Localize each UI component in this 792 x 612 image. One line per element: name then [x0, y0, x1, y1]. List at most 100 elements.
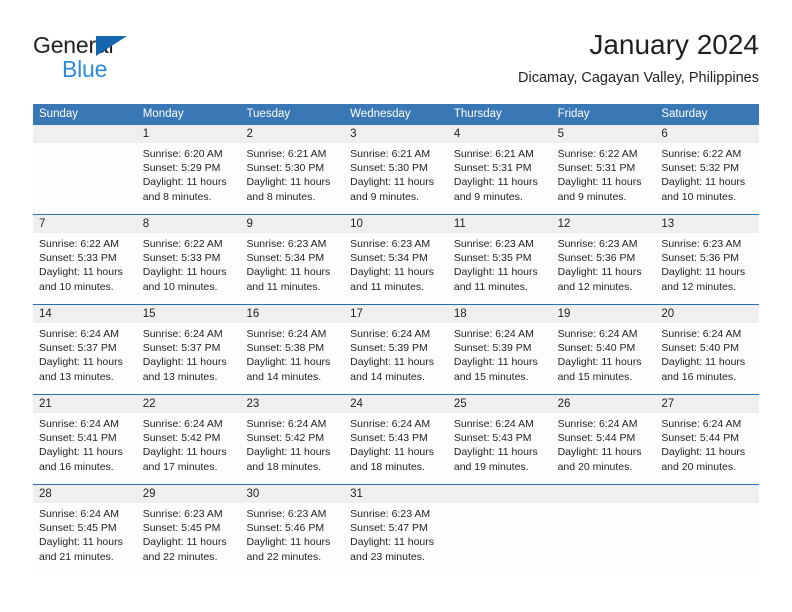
day-cell-7[interactable]: Sunrise: 6:22 AM Sunset: 5:33 PM Daylight:… [33, 233, 137, 304]
day-detail-line: and 21 minutes. [39, 550, 114, 563]
day-number-11[interactable]: 11 [448, 215, 552, 233]
day-cell-29[interactable]: Sunrise: 6:23 AM Sunset: 5:45 PM Daylight:… [137, 503, 241, 574]
day-number-4[interactable]: 4 [448, 125, 552, 143]
day-detail-line: and 9 minutes. [350, 190, 420, 203]
day-detail-line: Sunset: 5:41 PM [39, 432, 117, 445]
day-cell-13[interactable]: Sunrise: 6:23 AM Sunset: 5:36 PM Daylight:… [655, 233, 759, 304]
day-number-5[interactable]: 5 [552, 125, 656, 143]
day-cell-12[interactable]: Sunrise: 6:23 AM Sunset: 5:36 PM Daylight:… [552, 233, 656, 304]
day-number-9[interactable]: 9 [240, 215, 344, 233]
day-number-31[interactable]: 31 [344, 485, 448, 503]
day-detail-line: Sunrise: 6:21 AM [453, 148, 534, 160]
day-cell-empty [33, 143, 137, 214]
day-detail-line: Sunset: 5:29 PM [142, 162, 221, 175]
day-cell-5[interactable]: Sunrise: 6:22 AM Sunset: 5:31 PM Daylight:… [552, 143, 656, 214]
day-detail-line: Sunrise: 6:23 AM [246, 508, 327, 520]
day-cell-24[interactable]: Sunrise: 6:24 AM Sunset: 5:43 PM Daylight:… [344, 413, 448, 484]
day-cell-26[interactable]: Sunrise: 6:24 AM Sunset: 5:44 PM Daylight:… [552, 413, 656, 484]
day-detail-line: Sunset: 5:34 PM [350, 252, 428, 265]
day-detail-line: and 10 minutes. [39, 280, 114, 293]
day-detail-line: Sunset: 5:45 PM [142, 522, 221, 535]
day-cell-2[interactable]: Sunrise: 6:21 AM Sunset: 5:30 PM Daylight:… [240, 143, 344, 214]
day-cell-9[interactable]: Sunrise: 6:23 AM Sunset: 5:34 PM Daylight:… [240, 233, 344, 304]
page-title: January 2024 [589, 29, 759, 60]
day-number-20[interactable]: 20 [655, 305, 759, 323]
day-number-23[interactable]: 23 [240, 395, 344, 413]
day-cell-11[interactable]: Sunrise: 6:23 AM Sunset: 5:35 PM Daylight:… [448, 233, 552, 304]
day-detail-line: and 11 minutes. [350, 280, 425, 293]
day-number-14[interactable]: 14 [33, 305, 137, 323]
day-cell-30[interactable]: Sunrise: 6:23 AM Sunset: 5:46 PM Daylight:… [240, 503, 344, 574]
day-cell-3[interactable]: Sunrise: 6:21 AM Sunset: 5:30 PM Daylight:… [344, 143, 448, 214]
day-number-12[interactable]: 12 [552, 215, 656, 233]
day-cell-14[interactable]: Sunrise: 6:24 AM Sunset: 5:37 PM Daylight:… [33, 323, 137, 394]
day-detail-line: Daylight: 11 hours [246, 266, 331, 279]
day-detail-line: Daylight: 11 hours [350, 176, 435, 189]
day-cell-8[interactable]: Sunrise: 6:22 AM Sunset: 5:33 PM Daylight:… [137, 233, 241, 304]
day-number-6[interactable]: 6 [655, 125, 759, 143]
day-detail-line: Daylight: 11 hours [350, 356, 435, 369]
day-detail-line: and 18 minutes. [350, 460, 425, 473]
day-cell-22[interactable]: Sunrise: 6:24 AM Sunset: 5:42 PM Daylight:… [137, 413, 241, 484]
day-number-2[interactable]: 2 [240, 125, 344, 143]
day-number-26[interactable]: 26 [552, 395, 656, 413]
day-detail-line: Sunset: 5:31 PM [453, 162, 532, 175]
day-detail-line: Sunset: 5:34 PM [246, 252, 325, 265]
day-number-7[interactable]: 7 [33, 215, 137, 233]
day-cell-15[interactable]: Sunrise: 6:24 AM Sunset: 5:37 PM Daylight:… [137, 323, 241, 394]
day-cell-31[interactable]: Sunrise: 6:23 AM Sunset: 5:47 PM Daylight:… [344, 503, 448, 574]
day-detail-line: Sunrise: 6:22 AM [142, 238, 223, 250]
day-number-16[interactable]: 16 [240, 305, 344, 323]
day-cell-17[interactable]: Sunrise: 6:24 AM Sunset: 5:39 PM Daylight:… [344, 323, 448, 394]
brand-logo[interactable]: General Blue [33, 32, 233, 84]
calendar-week-row: 7 8 9 10 11 12 13 Sunrise: 6:22 AM Sunset: 5:33 … [33, 214, 759, 304]
day-cell-27[interactable]: Sunrise: 6:24 AM Sunset: 5:44 PM Daylight:… [655, 413, 759, 484]
day-number-13[interactable]: 13 [655, 215, 759, 233]
day-number-3[interactable]: 3 [344, 125, 448, 143]
page-header: General Blue January 2024 Dicamay, Cagay… [33, 28, 759, 98]
day-detail-line: Sunset: 5:36 PM [661, 252, 739, 265]
day-detail-line: Sunset: 5:35 PM [453, 252, 532, 265]
day-detail-line: Sunset: 5:37 PM [142, 342, 221, 355]
day-cell-1[interactable]: Sunrise: 6:20 AM Sunset: 5:29 PM Daylight:… [137, 143, 241, 214]
day-number-8[interactable]: 8 [137, 215, 241, 233]
day-cell-19[interactable]: Sunrise: 6:24 AM Sunset: 5:40 PM Daylight:… [552, 323, 656, 394]
day-detail-line: Daylight: 11 hours [39, 446, 123, 459]
day-cell-25[interactable]: Sunrise: 6:24 AM Sunset: 5:43 PM Daylight:… [448, 413, 552, 484]
day-detail-line: Sunrise: 6:24 AM [39, 328, 119, 340]
day-cell-23[interactable]: Sunrise: 6:24 AM Sunset: 5:42 PM Daylight:… [240, 413, 344, 484]
day-detail-line: Daylight: 11 hours [142, 356, 227, 369]
day-number-27[interactable]: 27 [655, 395, 759, 413]
day-number-30[interactable]: 30 [240, 485, 344, 503]
day-cell-16[interactable]: Sunrise: 6:24 AM Sunset: 5:38 PM Daylight:… [240, 323, 344, 394]
day-cell-4[interactable]: Sunrise: 6:21 AM Sunset: 5:31 PM Daylight:… [448, 143, 552, 214]
calendar-week-row: 1 2 3 4 5 6 Sunrise: 6:20 AM Sunset: 5:29 PM Day… [33, 125, 759, 214]
day-cell-21[interactable]: Sunrise: 6:24 AM Sunset: 5:41 PM Daylight:… [33, 413, 137, 484]
day-cell-10[interactable]: Sunrise: 6:23 AM Sunset: 5:34 PM Daylight:… [344, 233, 448, 304]
day-number-29[interactable]: 29 [137, 485, 241, 503]
day-detail-line: Sunset: 5:30 PM [246, 162, 325, 175]
day-number-1[interactable]: 1 [137, 125, 241, 143]
day-detail-line: Daylight: 11 hours [453, 446, 538, 459]
day-number-24[interactable]: 24 [344, 395, 448, 413]
day-cell-28[interactable]: Sunrise: 6:24 AM Sunset: 5:45 PM Daylight:… [33, 503, 137, 574]
day-cell-18[interactable]: Sunrise: 6:24 AM Sunset: 5:39 PM Daylight:… [448, 323, 552, 394]
day-detail-line: Sunrise: 6:24 AM [246, 418, 327, 430]
day-cell-6[interactable]: Sunrise: 6:22 AM Sunset: 5:32 PM Daylight:… [655, 143, 759, 214]
day-number-17[interactable]: 17 [344, 305, 448, 323]
day-number-15[interactable]: 15 [137, 305, 241, 323]
day-detail-line: Daylight: 11 hours [142, 266, 227, 279]
day-detail-line: Daylight: 11 hours [661, 176, 746, 189]
day-number-28[interactable]: 28 [33, 485, 137, 503]
day-number-19[interactable]: 19 [552, 305, 656, 323]
day-number-21[interactable]: 21 [33, 395, 137, 413]
day-number-25[interactable]: 25 [448, 395, 552, 413]
day-detail-line: Sunrise: 6:24 AM [453, 418, 534, 430]
day-detail-line: Daylight: 11 hours [246, 536, 331, 549]
day-detail-line: Sunset: 5:47 PM [350, 522, 428, 535]
day-cell-20[interactable]: Sunrise: 6:24 AM Sunset: 5:40 PM Daylight:… [655, 323, 759, 394]
day-number-18[interactable]: 18 [448, 305, 552, 323]
title-block: January 2024 Dicamay, Cagayan Valley, Ph… [518, 28, 759, 87]
day-number-10[interactable]: 10 [344, 215, 448, 233]
day-number-22[interactable]: 22 [137, 395, 241, 413]
